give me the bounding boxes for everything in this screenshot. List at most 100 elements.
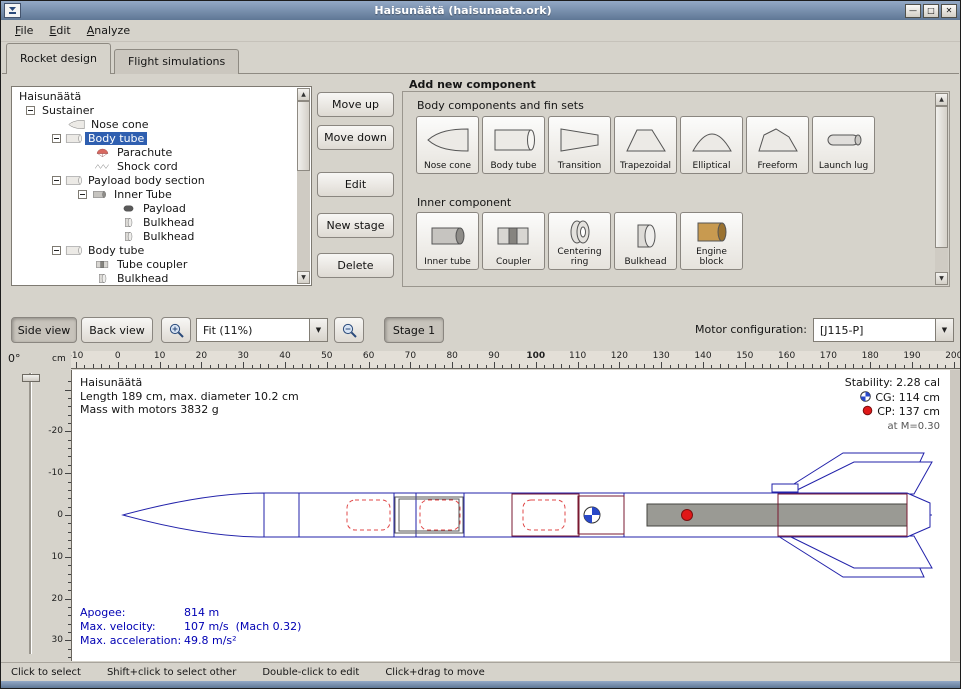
ruler-label: 120 [611, 351, 628, 361]
ruler-label: 160 [778, 351, 795, 361]
chevron-down-icon[interactable] [309, 319, 327, 341]
expander-icon[interactable] [52, 176, 61, 185]
expander-icon[interactable] [78, 190, 87, 199]
ruler-label: 200 [945, 351, 960, 361]
tree-item-haisun-t[interactable]: Haisunäätä [12, 89, 297, 103]
menu-file[interactable]: File [7, 21, 41, 40]
palette-item-label: Bulkhead [624, 258, 666, 268]
palette-item-label: Engine block [683, 248, 740, 267]
edit-button[interactable]: Edit [317, 172, 394, 197]
expander-icon[interactable] [52, 246, 61, 255]
add-freeform-button[interactable]: Freeform [746, 116, 809, 174]
motor-configuration-value: [J115-P] [814, 324, 935, 337]
zoom-in-button[interactable] [161, 317, 191, 343]
ruler-label: 100 [526, 351, 545, 361]
ruler-label: 70 [405, 351, 416, 361]
tree-item-bulkhead[interactable]: Bulkhead [12, 215, 297, 229]
tree-item-bulkhead[interactable]: Bulkhead [12, 229, 297, 243]
scroll-up-icon[interactable] [297, 88, 310, 101]
tree-item-payload-body-section[interactable]: Payload body section [12, 173, 297, 187]
coupler-icon [491, 223, 537, 249]
add-nose-cone-button[interactable]: Nose cone [416, 116, 479, 174]
delete-button[interactable]: Delete [317, 253, 394, 278]
tree-item-label: Payload body section [85, 174, 208, 187]
tree-item-bulkhead[interactable]: Bulkhead [12, 271, 297, 285]
menu-analyze[interactable]: Analyze [79, 21, 138, 40]
palette-scrollbar[interactable] [935, 93, 948, 285]
ruler-label: 190 [903, 351, 920, 361]
transition-icon [557, 127, 603, 153]
add-inner-tube-button[interactable]: Inner tube [416, 212, 479, 270]
scroll-down-icon[interactable] [297, 271, 310, 284]
add-elliptical-button[interactable]: Elliptical [680, 116, 743, 174]
minimize-button[interactable]: — [905, 4, 921, 18]
rotation-value: 0° [8, 352, 21, 365]
close-button[interactable]: ✕ [941, 4, 957, 18]
move-down-button[interactable]: Move down [317, 125, 394, 150]
tree-item-body-tube[interactable]: Body tube [12, 131, 297, 145]
tree-item-shock-cord[interactable]: Shock cord [12, 159, 297, 173]
new-stage-button[interactable]: New stage [317, 213, 394, 238]
side-view-button[interactable]: Side view [11, 317, 77, 343]
tree-item-tube-coupler[interactable]: Tube coupler [12, 257, 297, 271]
scroll-up-icon[interactable] [935, 93, 948, 106]
ruler-label: 90 [488, 351, 499, 361]
rotation-slider-handle[interactable] [22, 374, 40, 382]
status-hint: Shift+click to select other [107, 667, 236, 678]
vertical-ruler: -20-100102030 [41, 370, 71, 661]
scroll-down-icon[interactable] [935, 272, 948, 285]
expander-icon[interactable] [26, 106, 35, 115]
tree-item-nose-cone[interactable]: Nose cone [12, 117, 297, 131]
performance-value: 814 m [184, 606, 219, 619]
boat-tail[interactable] [907, 493, 930, 537]
expander-icon[interactable] [52, 134, 61, 143]
add-bulkhead-button[interactable]: Bulkhead [614, 212, 677, 270]
tab-rocket-design[interactable]: Rocket design [6, 43, 111, 74]
parachute-icon [94, 147, 111, 158]
rocket-canvas[interactable]: Haisunäätä Length 189 cm, max. diameter … [71, 370, 950, 661]
tree-item-parachute[interactable]: Parachute [12, 145, 297, 159]
rocket-info: Haisunäätä Length 189 cm, max. diameter … [80, 376, 299, 417]
window-icon[interactable] [4, 3, 21, 18]
add-trapezoidal-button[interactable]: Trapezoidal [614, 116, 677, 174]
move-up-button[interactable]: Move up [317, 92, 394, 117]
title-bar[interactable]: Haisunäätä (haisunaata.ork) — □ ✕ [1, 1, 960, 20]
add-body-tube-button[interactable]: Body tube [482, 116, 545, 174]
add-centering-ring-button[interactable]: Centering ring [548, 212, 611, 270]
maximize-button[interactable]: □ [923, 4, 939, 18]
nose-cone-shape[interactable] [123, 493, 264, 537]
performance-label: Max. acceleration: [80, 634, 184, 648]
ruler-label: 0 [57, 510, 63, 520]
palette-scrollbar-thumb[interactable] [935, 106, 948, 248]
ruler-label: 40 [279, 351, 290, 361]
add-transition-button[interactable]: Transition [548, 116, 611, 174]
add-engine-block-button[interactable]: Engine block [680, 212, 743, 270]
add-coupler-button[interactable]: Coupler [482, 212, 545, 270]
tab-flight-simulations[interactable]: Flight simulations [114, 49, 239, 74]
tree-scrollbar-thumb[interactable] [297, 101, 310, 171]
bodytube-icon [65, 133, 82, 144]
zoom-select[interactable]: Fit (11%) [196, 318, 328, 342]
motor-configuration-select[interactable]: [J115-P] [813, 318, 954, 342]
tree-item-body-tube[interactable]: Body tube [12, 243, 297, 257]
rotation-slider[interactable] [29, 373, 32, 654]
tree-item-inner-tube[interactable]: Inner Tube [12, 187, 297, 201]
stage-1-button[interactable]: Stage 1 [384, 317, 444, 343]
component-tree: HaisunäätäSustainerNose coneBody tubePar… [12, 89, 297, 285]
tree-scrollbar[interactable] [297, 88, 310, 284]
add-launch-lug-button[interactable]: Launch lug [812, 116, 875, 174]
cp-icon [862, 405, 873, 416]
zoom-out-button[interactable] [334, 317, 364, 343]
trapezoidal-fin-icon [623, 127, 669, 153]
bodytube-icon [65, 245, 82, 256]
back-view-button[interactable]: Back view [81, 317, 153, 343]
chevron-down-icon[interactable] [935, 319, 953, 341]
tree-item-payload[interactable]: Payload [12, 201, 297, 215]
engineblock-icon [689, 219, 735, 245]
menu-edit[interactable]: Edit [41, 21, 78, 40]
tree-item-label: Nose cone [88, 118, 151, 131]
tree-item-sustainer[interactable]: Sustainer [12, 103, 297, 117]
palette-group-inner-component: Inner tubeCouplerCentering ring Bulkhead E… [416, 212, 743, 270]
launch-lug-shape[interactable] [772, 484, 798, 492]
palette-item-label: Body tube [490, 162, 536, 172]
